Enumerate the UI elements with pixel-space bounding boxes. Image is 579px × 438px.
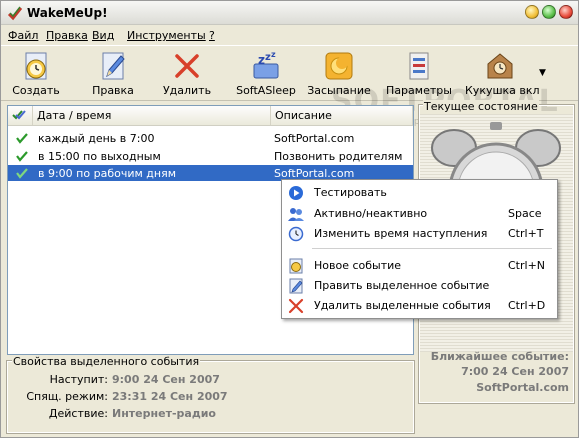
softasleep-button[interactable]: z z z SoftASleep [233, 48, 299, 100]
fall-asleep-button[interactable]: Засыпание [307, 48, 371, 100]
checkmark-icon[interactable] [16, 150, 28, 162]
next-event-label: Ближайшее событие: [430, 350, 569, 363]
cuckoo-icon [487, 53, 513, 79]
menu-item-label: Удалить выделенные события [314, 299, 491, 312]
delete-button[interactable]: Удалить [161, 48, 213, 100]
event-properties-title: Свойства выделенного события [12, 355, 201, 368]
new-event-icon [289, 258, 303, 274]
table-row[interactable]: каждый день в 7:00 SoftPortal.com [8, 130, 413, 146]
prop-value-action: Интернет-радио [112, 407, 216, 420]
menu-item-label: Активно/неактивно [314, 207, 428, 220]
users-icon [288, 208, 304, 221]
menu-bar: Файл Правка Вид Инструменты ? [1, 27, 578, 45]
toolbar-more-chevron-icon[interactable]: ▼ [539, 68, 546, 78]
minimize-button[interactable] [525, 5, 539, 19]
menu-item-edit-event[interactable]: Править выделенное событие [282, 276, 557, 296]
pencil-icon [289, 278, 303, 294]
moon-icon [325, 52, 353, 80]
header-description[interactable]: Описание [271, 106, 413, 125]
row-description: SoftPortal.com [274, 132, 355, 145]
menu-view[interactable]: Вид [92, 29, 114, 42]
menu-item-delete-events[interactable]: Удалить выделенные события Ctrl+D [282, 296, 557, 316]
cuckoo-button[interactable]: Кукушка вкл [465, 48, 540, 100]
row-datetime: в 9:00 по рабочим дням [38, 167, 176, 180]
event-properties-panel: Свойства выделенного события Наступит: 9… [6, 355, 415, 434]
cuckoo-label: Кукушка вкл [465, 84, 540, 97]
row-datetime: в 15:00 по выходным [38, 150, 161, 163]
current-state-title: Текущее состояние [423, 100, 539, 113]
window-title: WakeMeUp! [27, 6, 108, 20]
double-check-icon [12, 110, 26, 120]
menu-item-shortcut: Ctrl+D [508, 299, 546, 312]
maximize-button[interactable] [542, 5, 556, 19]
close-button[interactable] [559, 5, 573, 19]
delete-x-icon [175, 54, 199, 78]
menu-item-label: Править выделенное событие [314, 279, 490, 292]
menu-item-shortcut: Space [508, 207, 542, 220]
app-window: WakeMeUp! Файл Правка Вид Инструменты ? … [0, 0, 579, 438]
checkmark-icon[interactable] [16, 132, 28, 144]
menu-item-toggle-active[interactable]: Активно/неактивно Space [282, 204, 557, 224]
menu-edit[interactable]: Правка [46, 29, 88, 42]
row-datetime: каждый день в 7:00 [38, 132, 155, 145]
settings-icon [409, 52, 429, 80]
softasleep-label: SoftASleep [236, 84, 296, 97]
settings-button[interactable]: Параметры [385, 48, 453, 100]
row-description: Позвонить родителям [274, 150, 403, 163]
menu-item-test[interactable]: Тестировать [282, 183, 557, 203]
delete-x-icon [288, 298, 304, 314]
clock-icon [288, 226, 304, 242]
app-logo-icon [7, 6, 23, 21]
prop-label-sleep-mode: Спящ. режим: [26, 390, 108, 403]
next-event-time: 7:00 24 Сен 2007 [461, 365, 569, 378]
menu-item-change-time[interactable]: Изменить время наступления Ctrl+T [282, 224, 557, 244]
menu-item-shortcut: Ctrl+N [508, 259, 546, 272]
clock-icon [25, 52, 47, 80]
edit-button[interactable]: Правка [87, 48, 139, 100]
context-menu: Тестировать Активно/неактивно Space Изме… [281, 179, 558, 319]
menu-item-new-event[interactable]: Новое событие Ctrl+N [282, 256, 557, 276]
menu-item-shortcut: Ctrl+T [508, 227, 544, 240]
create-button[interactable]: Создать [7, 48, 65, 100]
header-datetime[interactable]: Дата / время [33, 106, 271, 125]
menu-item-label: Новое событие [314, 259, 402, 272]
fall-asleep-label: Засыпание [307, 84, 371, 97]
toolbar: SOFTPORTAL www.softportal.com Создать Пр… [1, 45, 578, 127]
menu-help[interactable]: ? [209, 29, 215, 42]
checkmark-icon[interactable] [16, 167, 28, 179]
svg-text:z: z [258, 53, 265, 67]
menu-item-label: Изменить время наступления [314, 227, 488, 240]
menu-item-label: Тестировать [314, 186, 387, 199]
menu-tools[interactable]: Инструменты [127, 29, 206, 42]
prop-value-sleep-mode: 23:31 24 Сен 2007 [112, 390, 228, 403]
create-label: Создать [12, 84, 60, 97]
edit-label: Правка [92, 84, 134, 97]
prop-value-occurs: 9:00 24 Сен 2007 [112, 373, 220, 386]
prop-label-action: Действие: [48, 407, 108, 420]
pencil-icon [102, 52, 125, 80]
header-check-column[interactable] [8, 106, 33, 125]
sleep-z-icon: z z z [253, 50, 279, 79]
menu-separator [312, 248, 552, 249]
next-event-description: SoftPortal.com [476, 381, 569, 394]
svg-text:z: z [271, 50, 276, 59]
title-bar[interactable]: WakeMeUp! [1, 1, 578, 25]
settings-label: Параметры [386, 84, 452, 97]
table-row[interactable]: в 15:00 по выходным Позвонить родителям [8, 148, 413, 164]
play-icon [289, 186, 303, 200]
list-header: Дата / время Описание [8, 106, 413, 126]
menu-file[interactable]: Файл [8, 29, 38, 42]
delete-label: Удалить [162, 84, 212, 97]
prop-label-occurs: Наступит: [49, 373, 108, 386]
alarm-clock-icon [431, 122, 561, 188]
